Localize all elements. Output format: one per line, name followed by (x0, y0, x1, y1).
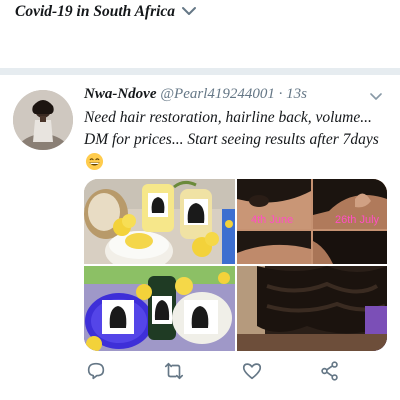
before-date-label: 4th June (251, 214, 293, 226)
avatar[interactable] (13, 90, 73, 150)
after-date-label: 26th July (335, 214, 380, 226)
retweet-icon[interactable] (163, 360, 185, 382)
time-separator: · (278, 86, 283, 102)
media-photo-3[interactable] (84, 266, 235, 351)
share-icon[interactable] (319, 360, 341, 382)
hairline-before-after-photo: 4th June 26th July (237, 179, 387, 264)
media-grid: 4th June 26th July (84, 179, 387, 351)
hair-products-flowers-photo (84, 179, 235, 264)
tweet[interactable]: Nwa-Ndove @Pearl419244001 · 13s Need hai… (0, 75, 400, 400)
grinning-face-emoji-icon (85, 152, 104, 171)
tweet-header: Nwa-Ndove @Pearl419244001 · 13s (84, 86, 307, 103)
hair-products-purple-photo (84, 266, 235, 351)
display-name[interactable]: Nwa-Ndove (84, 86, 156, 102)
section-divider (0, 68, 400, 75)
topic-header: Covid-19 in South Africa (0, 0, 400, 30)
more-options-caret-icon[interactable] (369, 92, 383, 102)
chevron-down-icon[interactable] (181, 5, 197, 17)
media-photo-4[interactable] (237, 266, 387, 351)
media-photo-2[interactable]: 4th June 26th July (237, 179, 387, 264)
avatar-photo (13, 90, 73, 150)
topic-title[interactable]: Covid-19 in South Africa (15, 3, 175, 21)
like-icon[interactable] (241, 360, 263, 382)
reply-icon[interactable] (85, 360, 107, 382)
tweet-text: Need hair restoration, hairline back, vo… (84, 109, 379, 148)
user-handle[interactable]: @Pearl419244001 (160, 86, 275, 102)
hair-volume-photo (237, 266, 387, 351)
media-photo-1[interactable] (84, 179, 235, 264)
timestamp[interactable]: 13s (286, 86, 307, 102)
